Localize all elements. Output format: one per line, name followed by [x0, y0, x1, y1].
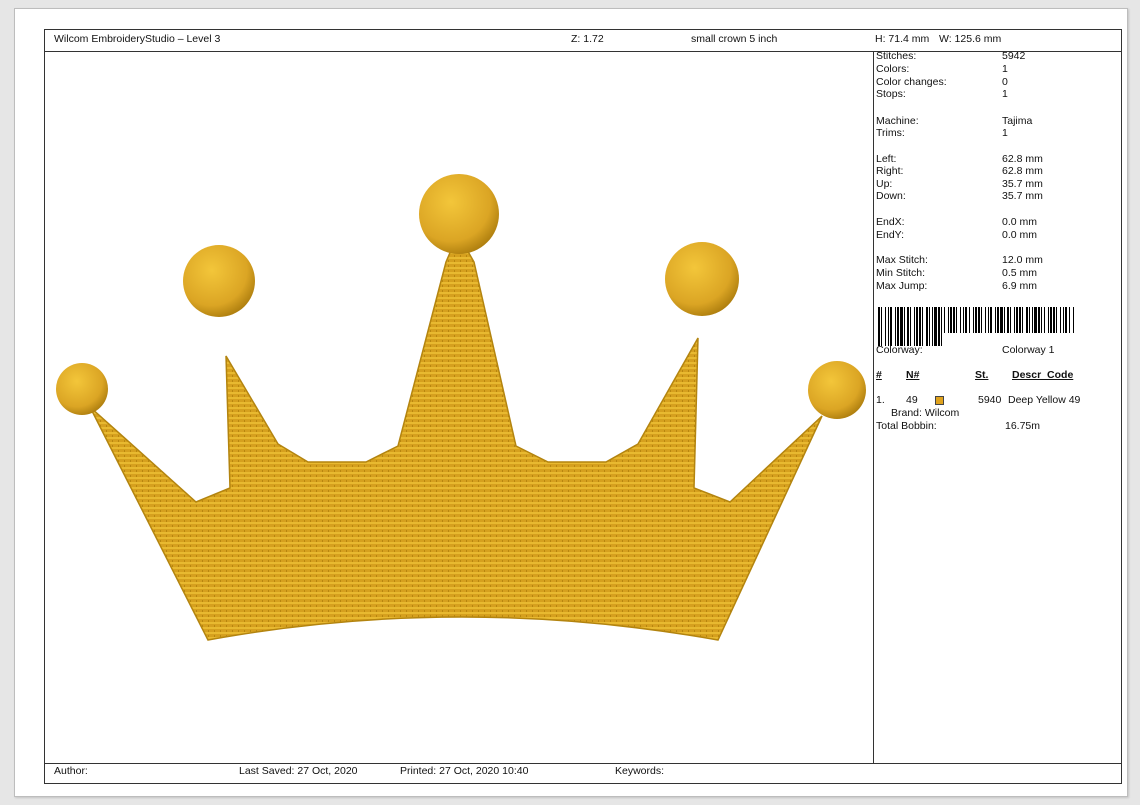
stat-label: Stitches: [876, 50, 917, 62]
stat-value: 0.5 mm [1002, 267, 1038, 279]
stat-label: Right: [876, 165, 904, 177]
zoom-level: Z: 1.72 [571, 33, 604, 45]
printed-date: Printed: 27 Oct, 2020 10:40 [400, 765, 529, 777]
stat-value: 1 [1002, 88, 1008, 100]
crown-ball-right-inner [665, 242, 739, 316]
stat-label: Colors: [876, 63, 910, 75]
stat-label: EndY: [876, 229, 905, 241]
embroidery-design-crown [56, 174, 866, 641]
color-row-num: 1. [876, 394, 885, 406]
stat-value: 35.7 mm [1002, 190, 1043, 202]
crown-ball-right-outer [808, 361, 866, 419]
last-saved: Last Saved: 27 Oct, 2020 [239, 765, 358, 777]
keywords-field: Keywords: [615, 765, 665, 777]
colorway-label: Colorway: [876, 344, 923, 356]
stat-value: 1 [1002, 63, 1008, 75]
stat-value: 0.0 mm [1002, 216, 1038, 228]
total-bobbin-label: Total Bobbin: [876, 420, 937, 432]
stat-value: 62.8 mm [1002, 165, 1043, 177]
color-row-needle: 49 [906, 394, 918, 406]
crown-ball-left-outer [56, 363, 108, 415]
stat-value: 5942 [1002, 50, 1026, 62]
thread-color-swatch [935, 396, 944, 405]
panel-divider [873, 51, 874, 763]
author-field: Author: [54, 765, 88, 777]
page-frame: Wilcom EmbroideryStudio – Level 3 Z: 1.7… [44, 29, 1122, 784]
barcode-image [878, 307, 1074, 346]
crown-ball-center [419, 174, 499, 254]
stat-label: Min Stitch: [876, 267, 926, 279]
col-header-descr: Descr_Code [1012, 369, 1074, 381]
design-width: W: 125.6 mm [939, 33, 1002, 45]
stat-label: Stops: [876, 88, 906, 100]
crown-ball-left-inner [183, 245, 255, 317]
stat-label: Max Jump: [876, 280, 928, 292]
thread-brand: Brand: Wilcom [891, 407, 960, 419]
stat-label: Trims: [876, 127, 905, 139]
stat-value: 1 [1002, 127, 1008, 139]
colorway-value: Colorway 1 [1002, 344, 1055, 356]
stat-value: 0.0 mm [1002, 229, 1038, 241]
stat-label: Max Stitch: [876, 254, 928, 266]
color-row-descr: Deep Yellow 49 [1008, 394, 1081, 406]
stat-label: EndX: [876, 216, 905, 228]
color-row-stitches: 5940 [978, 394, 1002, 406]
stat-value: 6.9 mm [1002, 280, 1038, 292]
design-height: H: 71.4 mm [875, 33, 930, 45]
col-header-num: # [876, 369, 882, 381]
print-preview-page: Wilcom EmbroideryStudio – Level 3 Z: 1.7… [14, 8, 1128, 797]
col-header-needle: N# [906, 369, 920, 381]
total-bobbin-value: 16.75m [1005, 420, 1041, 432]
stat-label: Down: [876, 190, 906, 202]
design-name: small crown 5 inch [691, 33, 778, 45]
footer-divider [45, 763, 1121, 764]
col-header-stitches: St. [975, 369, 989, 381]
stat-value: 12.0 mm [1002, 254, 1043, 266]
app-title: Wilcom EmbroideryStudio – Level 3 [54, 33, 221, 45]
